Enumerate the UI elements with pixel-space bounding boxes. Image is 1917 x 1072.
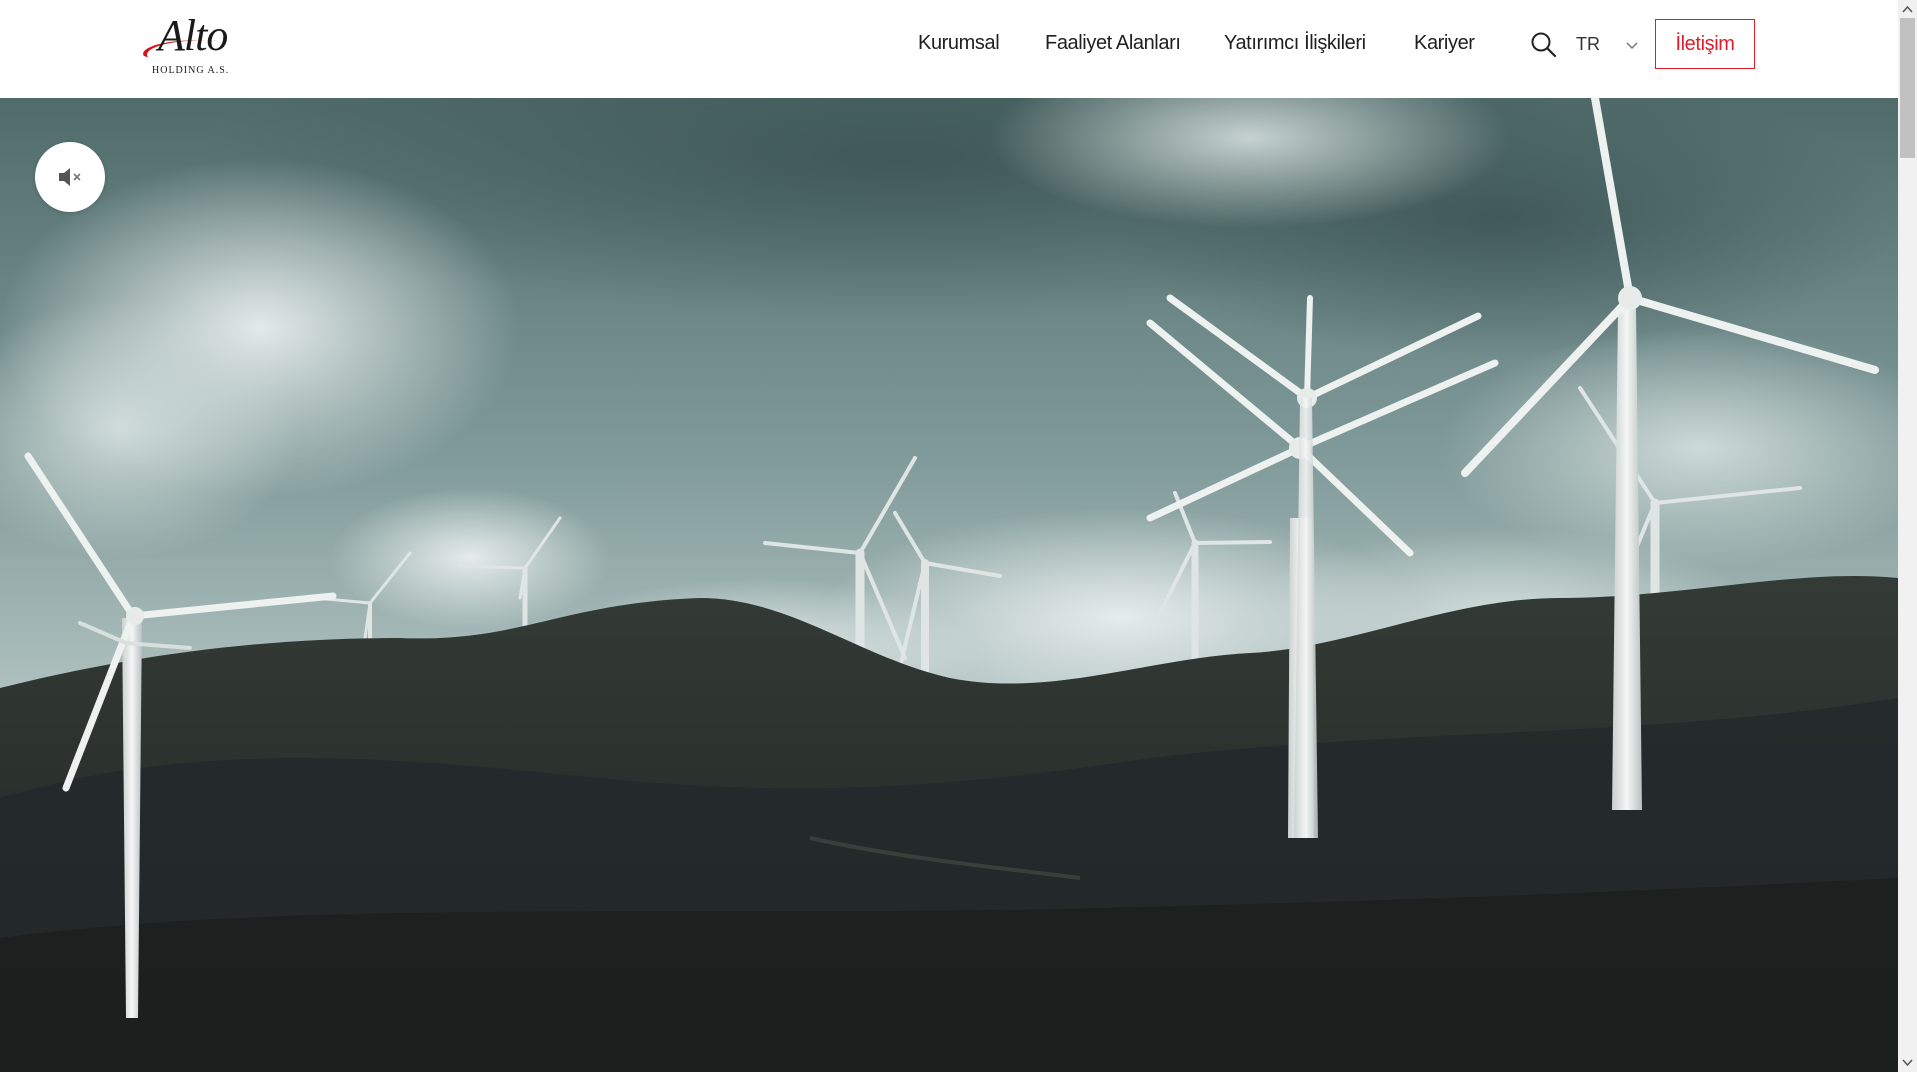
chevron-down-icon bbox=[1626, 42, 1638, 50]
scrollbar[interactable] bbox=[1898, 0, 1917, 1072]
scroll-up-arrow-icon[interactable] bbox=[1902, 5, 1913, 13]
speaker-muted-icon bbox=[59, 168, 81, 186]
main-nav: Kurumsal Faaliyet Alanları Yatırımcı İli… bbox=[0, 0, 1898, 90]
search-icon[interactable] bbox=[1530, 31, 1558, 59]
nav-item-yatirimci-iliskileri[interactable]: Yatırımcı İlişkileri bbox=[1224, 32, 1366, 55]
contact-button[interactable]: İletişim bbox=[1655, 19, 1755, 69]
nav-item-faaliyet-alanlari[interactable]: Faaliyet Alanları bbox=[1045, 32, 1181, 55]
mute-button[interactable] bbox=[35, 142, 105, 212]
nav-item-kurumsal[interactable]: Kurumsal bbox=[918, 32, 1000, 55]
scrollbar-thumb[interactable] bbox=[1900, 18, 1915, 158]
nav-item-kariyer[interactable]: Kariyer bbox=[1414, 32, 1475, 55]
page: Alto HOLDING A.S. Kurumsal Faaliyet Alan… bbox=[0, 0, 1917, 1072]
language-label: TR bbox=[1576, 34, 1600, 54]
site-header: Alto HOLDING A.S. Kurumsal Faaliyet Alan… bbox=[0, 0, 1898, 98]
hero-image-wind-turbines bbox=[0, 98, 1898, 1072]
hero-video[interactable] bbox=[0, 98, 1898, 1072]
scroll-down-arrow-icon[interactable] bbox=[1902, 1059, 1913, 1067]
